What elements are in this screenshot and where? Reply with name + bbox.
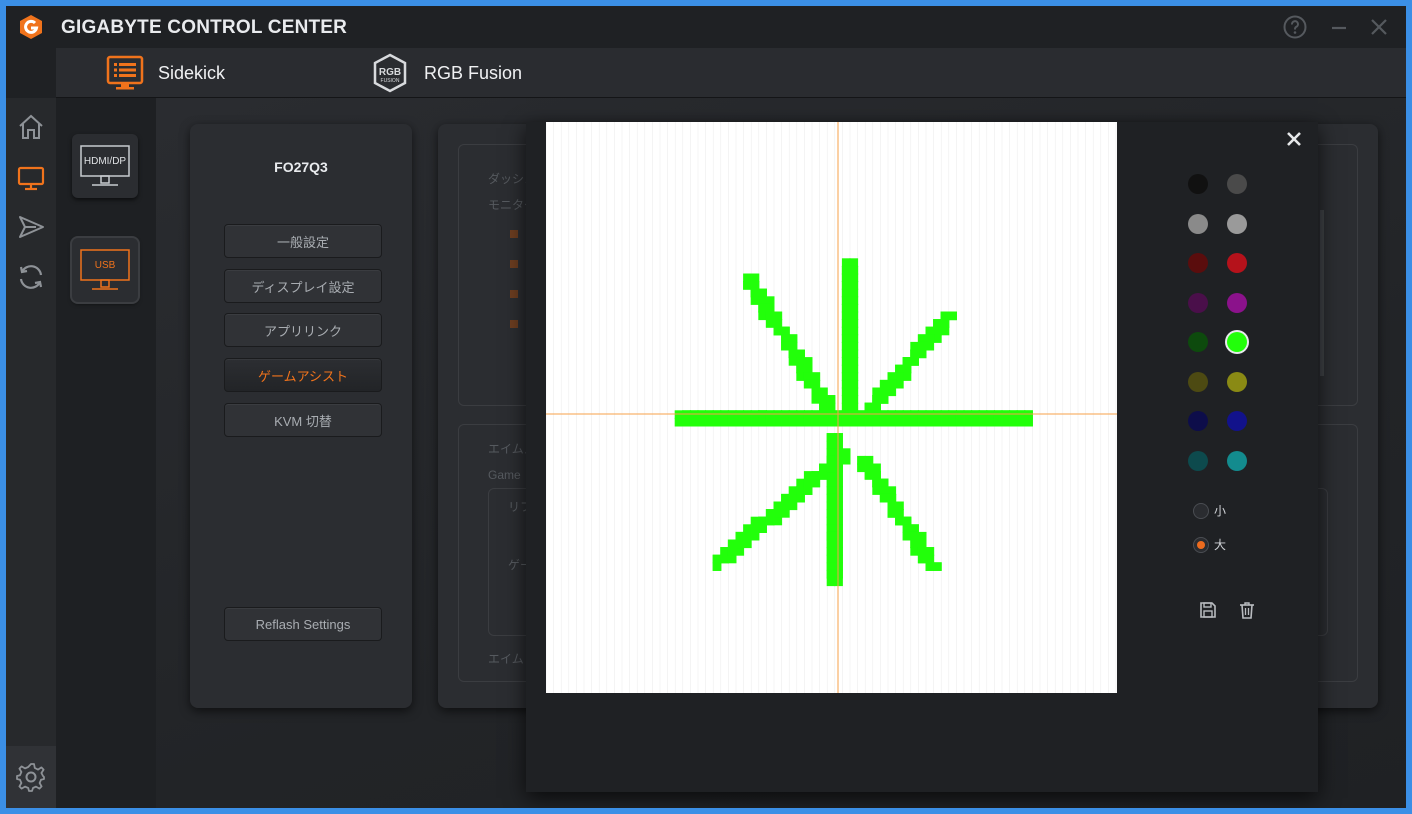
- rgb-badge-sub: FUSION: [381, 78, 400, 84]
- monitor-icon[interactable]: [16, 163, 46, 193]
- device-hdmi-dp-label: HDMI/DP: [83, 156, 127, 167]
- crosshair-drawing[interactable]: [545, 122, 1117, 693]
- menu-game-assist[interactable]: ゲームアシスト: [224, 358, 382, 392]
- device-column: HDMI/DP USB: [56, 98, 156, 808]
- menu-kvm-switch[interactable]: KVM 切替: [224, 403, 382, 437]
- save-icon[interactable]: [1198, 600, 1218, 620]
- size-option-small[interactable]: 小: [1193, 502, 1226, 519]
- bg-aim-info-text: エイム: [488, 652, 524, 666]
- display-usb-icon: [80, 249, 130, 290]
- color-swatch[interactable]: [1227, 292, 1247, 313]
- close-icon: [1287, 132, 1301, 146]
- send-icon[interactable]: [16, 212, 46, 242]
- minimize-icon: [1332, 26, 1346, 30]
- color-swatch[interactable]: [1188, 174, 1208, 194]
- device-hdmi-dp[interactable]: HDMI/DP: [72, 134, 138, 198]
- app-window: GIGABYTE CONTROL CENTER Sidekick RGB FUS…: [6, 6, 1406, 808]
- color-swatch[interactable]: [1188, 332, 1208, 352]
- rgb-fusion-icon: RGB FUSION: [373, 53, 407, 93]
- sidebar-top-strip: [6, 48, 56, 98]
- size-large-radio[interactable]: [1193, 536, 1209, 553]
- app-title: GIGABYTE CONTROL CENTER: [61, 17, 348, 38]
- size-large-label: 大: [1214, 538, 1227, 552]
- help-circle-icon: [1283, 15, 1307, 39]
- color-swatch[interactable]: [1188, 371, 1208, 392]
- background-scrollbar: [1320, 210, 1324, 376]
- reflash-settings-button[interactable]: Reflash Settings: [224, 607, 382, 641]
- color-swatch[interactable]: [1188, 450, 1208, 471]
- bg-bullet: [510, 260, 518, 268]
- tab-rgb-fusion[interactable]: RGB FUSION RGB Fusion: [370, 48, 522, 98]
- color-swatch[interactable]: [1188, 411, 1208, 431]
- tab-rgb-fusion-label: RGB Fusion: [424, 62, 523, 83]
- minimize-button[interactable]: [1327, 15, 1351, 39]
- color-swatch[interactable]: [1227, 253, 1247, 273]
- rgb-badge-text: RGB: [379, 67, 401, 78]
- home-icon[interactable]: [16, 112, 46, 142]
- bg-bullet: [510, 290, 518, 298]
- bg-bullet: [510, 320, 518, 328]
- gigabyte-logo-icon: [20, 15, 42, 39]
- crosshair-canvas[interactable]: [545, 122, 1117, 693]
- tab-sidekick-label: Sidekick: [158, 62, 226, 83]
- device-usb[interactable]: USB: [72, 238, 138, 302]
- top-navigation: Sidekick RGB FUSION RGB Fusion: [56, 48, 1406, 98]
- crosshair-editor-dialog: 小 大: [526, 122, 1318, 792]
- color-swatch[interactable]: [1227, 411, 1247, 431]
- display-hdmi-icon: [80, 145, 130, 186]
- model-panel: FO27Q3 一般設定 ディスプレイ設定 アプリリンク ゲームアシスト KVM …: [190, 124, 412, 708]
- left-sidebar: [6, 98, 56, 808]
- trash-icon[interactable]: [1237, 600, 1257, 620]
- menu-display-settings[interactable]: ディスプレイ設定: [224, 269, 382, 303]
- help-button[interactable]: [1283, 15, 1307, 39]
- tab-sidekick[interactable]: Sidekick: [106, 48, 225, 98]
- close-editor-button[interactable]: [1284, 129, 1304, 149]
- color-swatch[interactable]: [1227, 174, 1247, 194]
- title-bar: GIGABYTE CONTROL CENTER: [6, 6, 1406, 48]
- color-swatch[interactable]: [1188, 292, 1208, 313]
- bg-game-text: Game: [488, 468, 521, 482]
- bg-bullet: [510, 230, 518, 238]
- color-swatch[interactable]: [1227, 450, 1247, 471]
- model-name: FO27Q3: [274, 159, 328, 175]
- settings-area: [6, 746, 56, 808]
- gear-icon[interactable]: [16, 762, 46, 792]
- size-small-radio[interactable]: [1193, 502, 1209, 519]
- sidekick-monitor-icon: [106, 55, 144, 90]
- color-swatch[interactable]: [1188, 253, 1208, 273]
- color-swatch[interactable]: [1227, 213, 1247, 234]
- device-usb-label: USB: [94, 260, 116, 271]
- menu-general-settings[interactable]: 一般設定: [224, 224, 382, 258]
- size-option-large[interactable]: 大: [1193, 536, 1226, 553]
- refresh-icon[interactable]: [16, 262, 46, 292]
- close-icon: [1371, 19, 1387, 35]
- color-swatch[interactable]: [1227, 371, 1247, 392]
- close-window-button[interactable]: [1367, 15, 1391, 39]
- size-small-label: 小: [1214, 504, 1227, 518]
- menu-app-link[interactable]: アプリリンク: [224, 313, 382, 347]
- color-swatch[interactable]: [1188, 213, 1208, 234]
- color-swatch[interactable]: [1227, 332, 1247, 352]
